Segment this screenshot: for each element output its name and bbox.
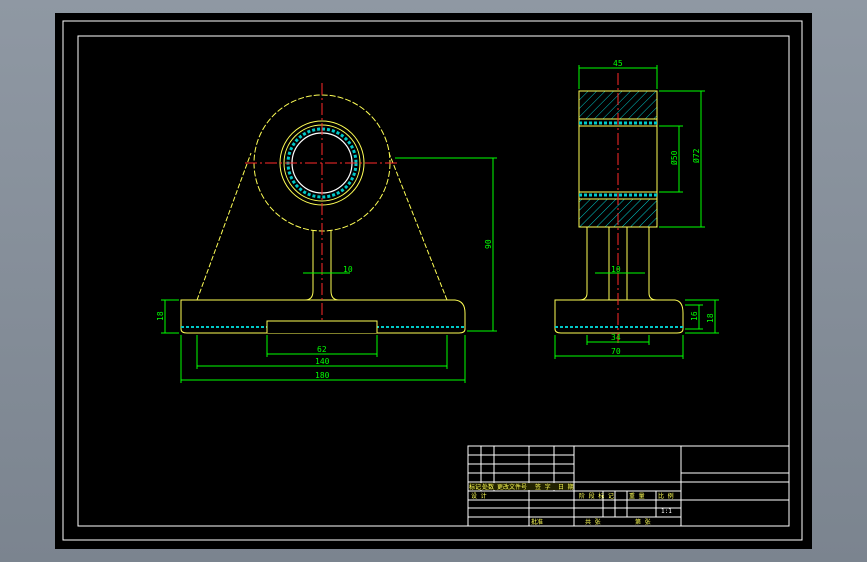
tb-label-sign: 签 字 [535,483,551,491]
side-base [554,299,684,334]
dim-side-inner-diameter: Ø50 [669,150,679,165]
inner-frame [77,35,790,527]
cad-viewport[interactable]: 10 62 140 180 90 18 45 Ø72 Ø50 10 34 70 … [55,13,812,549]
tb-label-stage: 阶 段 标 记 [579,492,614,500]
tb-label-scale: 比 例 [658,492,674,500]
dim-side-base-height: 18 [706,313,715,323]
front-view: 10 62 140 180 90 18 [156,83,497,383]
front-side-right [388,152,448,301]
front-side-left [196,152,252,301]
tb-label-mark: 标记 [469,483,481,491]
dim-side-base-small: 34 [611,333,621,342]
dim-front-base-height: 18 [156,311,165,321]
front-base-slot [266,320,378,333]
outer-frame [62,20,803,541]
dim-front-bore: 10 [343,265,353,274]
dim-front-slot: 62 [317,345,327,354]
dim-side-web: 10 [611,265,621,274]
tb-scale-value: 1:1 [661,508,672,515]
dim-front-height: 90 [484,239,493,249]
tb-label-weight: 重 量 [629,492,645,500]
tb-label-change: 更改文件号 [497,483,527,491]
dim-front-inner-span: 140 [315,357,330,366]
title-block: 标记 处数 更改文件号 签 字 日 期 设 计 批准 阶 段 标 记 重 量 比… [467,445,790,527]
dim-side-base-height-inner: 16 [690,311,699,321]
tb-label-design: 设 计 [471,492,487,500]
side-view: 45 Ø72 Ø50 10 34 70 16 18 [554,59,719,359]
tb-label-date: 日 期 [558,483,574,491]
tb-sheets-total: 共 张 [585,518,601,526]
tb-label-approve: 批准 [531,518,543,526]
dim-side-base-width: 70 [611,347,621,356]
dim-side-hub-diameter: Ø72 [691,148,701,163]
dim-side-top-width: 45 [613,59,623,68]
dim-front-overall-width: 180 [315,371,330,380]
tb-sheet-no: 第 张 [635,518,651,526]
tb-label-count: 处数 [482,483,494,491]
drawing-canvas: 10 62 140 180 90 18 45 Ø72 Ø50 10 34 70 … [62,20,803,541]
